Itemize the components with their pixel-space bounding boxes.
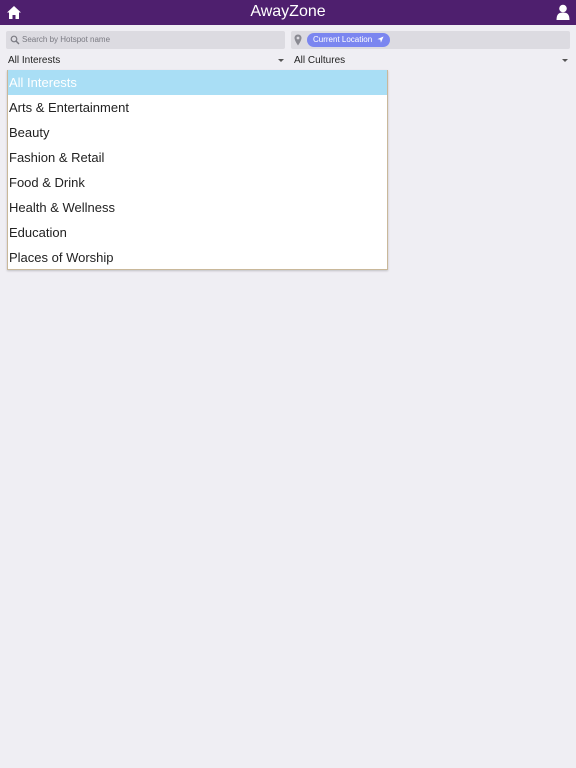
chevron-down-icon	[562, 59, 568, 62]
dropdown-option-fashion-retail[interactable]: Fashion & Retail	[8, 145, 387, 170]
interests-select[interactable]: All Interests	[8, 53, 284, 69]
user-icon[interactable]	[556, 4, 570, 20]
app-header: AwayZone	[0, 0, 576, 25]
interests-selected-value: All Interests	[8, 55, 61, 66]
chevron-down-icon	[278, 59, 284, 62]
current-location-button[interactable]: Current Location	[307, 33, 391, 47]
map-pin-icon	[294, 34, 302, 46]
dropdown-option-food-drink[interactable]: Food & Drink	[8, 170, 387, 195]
dropdown-option-arts-entertainment[interactable]: Arts & Entertainment	[8, 95, 387, 120]
search-placeholder: Search by Hotspot name	[22, 35, 111, 44]
current-location-label: Current Location	[313, 35, 373, 44]
dropdown-option-education[interactable]: Education	[8, 220, 387, 245]
search-input[interactable]: Search by Hotspot name	[6, 31, 285, 49]
interests-dropdown-list: All Interests Arts & Entertainment Beaut…	[7, 70, 388, 270]
cultures-select[interactable]: All Cultures	[294, 53, 568, 69]
dropdown-option-places-of-worship[interactable]: Places of Worship	[8, 245, 387, 270]
dropdown-option-health-wellness[interactable]: Health & Wellness	[8, 195, 387, 220]
cultures-selected-value: All Cultures	[294, 55, 346, 66]
location-arrow-icon	[377, 36, 384, 43]
search-icon	[10, 35, 20, 45]
location-field[interactable]: Current Location	[291, 31, 570, 49]
dropdown-option-all-interests[interactable]: All Interests	[8, 70, 387, 95]
dropdown-option-beauty[interactable]: Beauty	[8, 120, 387, 145]
app-title: AwayZone	[250, 3, 326, 20]
